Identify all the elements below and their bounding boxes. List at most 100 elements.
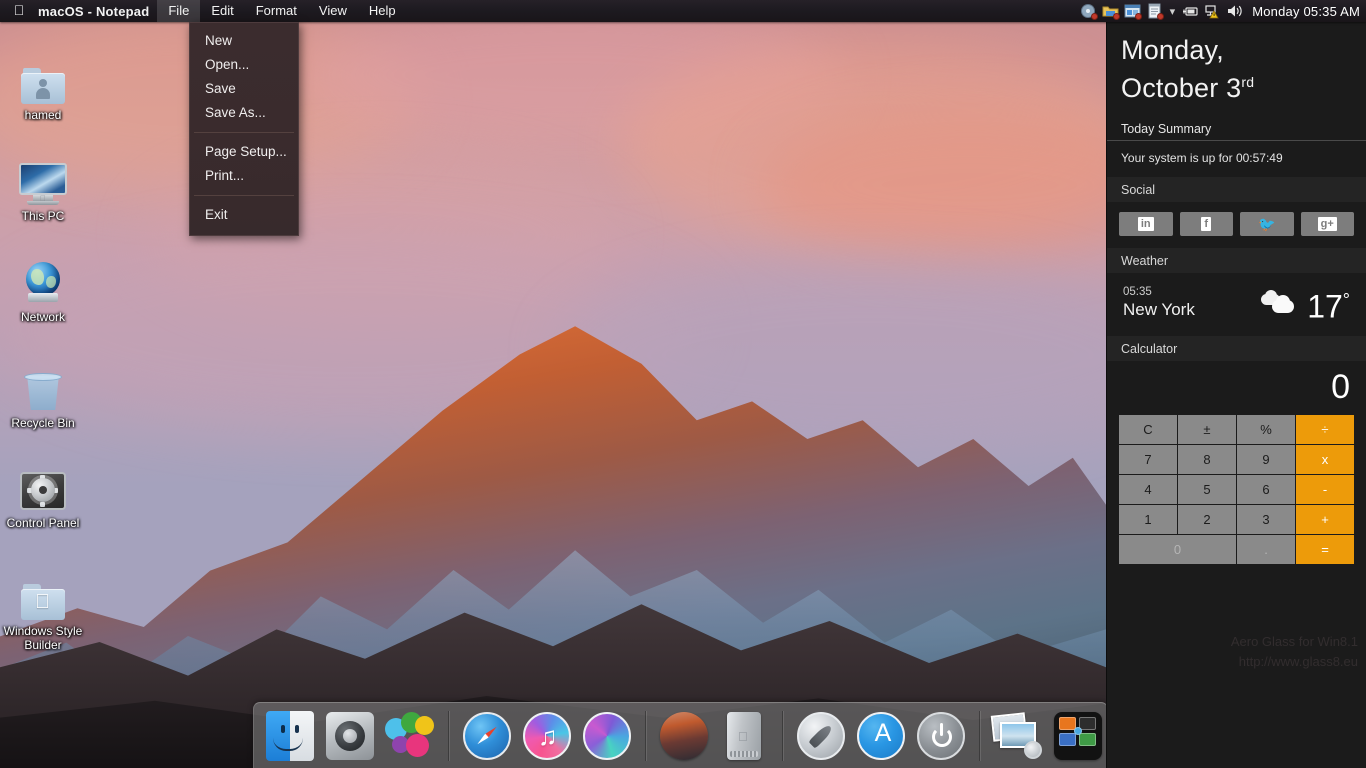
file-menu-separator-2 xyxy=(194,195,294,196)
sidebar-date-heading: Monday, October 3rd xyxy=(1107,22,1366,108)
today-summary-heading: Today Summary xyxy=(1107,116,1366,141)
desktop-icon-network[interactable]: Network xyxy=(0,256,86,324)
menu-format[interactable]: Format xyxy=(245,0,308,22)
file-menu-save-as[interactable]: Save As... xyxy=(190,101,298,125)
finder-icon[interactable] xyxy=(264,710,316,762)
calc-key-plus[interactable]: + xyxy=(1296,505,1354,534)
itunes-icon[interactable]: ♫ xyxy=(521,710,573,762)
calc-key-7[interactable]: 7 xyxy=(1119,445,1177,474)
sierra-wallpaper-icon[interactable] xyxy=(658,710,710,762)
date-month-day: October 3 xyxy=(1121,73,1241,103)
desktop-icon-windows-style-builder[interactable]:  Windows Style Builder xyxy=(0,570,86,652)
desktop-icon-label: Recycle Bin xyxy=(0,416,86,430)
preview-photos-icon[interactable] xyxy=(992,710,1044,762)
apple-logo-icon[interactable]:  xyxy=(0,3,38,19)
dock-separator-4 xyxy=(979,711,980,761)
social-buttons-row: in f 🐦 g+ xyxy=(1107,202,1366,248)
desktop-sidebar-widget: Monday, October 3rd Today Summary Your s… xyxy=(1106,22,1366,768)
desktop-screen: hamed  This PC Network Recycle Bin xyxy=(0,0,1366,768)
calc-key-multiply[interactable]: x xyxy=(1296,445,1354,474)
dock-separator-2 xyxy=(645,711,646,761)
desktop-icon-label: Windows Style Builder xyxy=(0,624,86,652)
weather-temp-value: 17 xyxy=(1307,289,1343,325)
photos-icon[interactable] xyxy=(581,710,633,762)
folder-icon[interactable] xyxy=(1102,3,1119,19)
desktop-icon-label: Network xyxy=(0,310,86,324)
dock-separator-3 xyxy=(782,711,783,761)
power-button-icon[interactable] xyxy=(915,710,967,762)
calc-key-decimal[interactable]: . xyxy=(1237,535,1295,564)
calc-key-divide[interactable]: ÷ xyxy=(1296,415,1354,444)
app-store-icon[interactable]: A xyxy=(855,710,907,762)
desktop-icon-label: hamed xyxy=(0,108,86,122)
facebook-icon: f xyxy=(1201,217,1211,231)
volume-speaker-icon[interactable] xyxy=(1226,3,1243,19)
twitter-button[interactable]: 🐦 xyxy=(1240,212,1294,236)
weather-panel: 05:35 New York 17° xyxy=(1107,273,1366,336)
watermark-line-1: Aero Glass for Win8.1 xyxy=(1108,632,1358,652)
facebook-button[interactable]: f xyxy=(1180,212,1234,236)
mission-control-icon[interactable] xyxy=(1052,710,1104,762)
menu-view[interactable]: View xyxy=(308,0,358,22)
uptime-text: Your system is up for 00:57:49 xyxy=(1107,141,1366,177)
calc-key-9[interactable]: 9 xyxy=(1237,445,1295,474)
calc-key-5[interactable]: 5 xyxy=(1178,475,1236,504)
watermark-line-2: http://www.glass8.eu xyxy=(1108,652,1358,672)
file-menu-new[interactable]: New xyxy=(190,29,298,53)
file-menu-page-setup[interactable]: Page Setup... xyxy=(190,140,298,164)
file-menu-separator-1 xyxy=(194,132,294,133)
browser-window-icon[interactable] xyxy=(1124,3,1141,19)
calc-key-1[interactable]: 1 xyxy=(1119,505,1177,534)
menu-help[interactable]: Help xyxy=(358,0,407,22)
file-menu-save[interactable]: Save xyxy=(190,77,298,101)
file-menu-exit[interactable]: Exit xyxy=(190,203,298,227)
menu-file[interactable]: File xyxy=(157,0,200,22)
menu-edit[interactable]: Edit xyxy=(200,0,244,22)
window-title: macOS - Notepad xyxy=(38,4,157,19)
cloudy-icon xyxy=(1261,290,1295,316)
calc-key-sign[interactable]: ± xyxy=(1178,415,1236,444)
linkedin-button[interactable]: in xyxy=(1119,212,1173,236)
system-tray: ▾ Monday 05:35 AM xyxy=(1080,3,1366,19)
launchpad-icon[interactable] xyxy=(795,710,847,762)
calc-key-0[interactable]: 0 xyxy=(1119,535,1236,564)
linkedin-icon: in xyxy=(1138,217,1154,231)
date-ordinal-suffix: rd xyxy=(1241,74,1254,90)
calc-key-4[interactable]: 4 xyxy=(1119,475,1177,504)
desktop-icon-label: This PC xyxy=(0,209,86,223)
recycle-bin-icon xyxy=(0,362,86,412)
calc-key-clear[interactable]: C xyxy=(1119,415,1177,444)
control-panel-gear-icon xyxy=(0,462,86,512)
disc-drive-icon[interactable] xyxy=(1080,3,1097,19)
calc-key-6[interactable]: 6 xyxy=(1237,475,1295,504)
degree-symbol: ° xyxy=(1343,290,1350,310)
network-globe-icon xyxy=(0,256,86,306)
file-menu-print[interactable]: Print... xyxy=(190,164,298,188)
mac-pro-icon[interactable]:  xyxy=(718,710,770,762)
calc-key-8[interactable]: 8 xyxy=(1178,445,1236,474)
bubbles-icon[interactable] xyxy=(384,710,436,762)
show-hidden-icons-chevron[interactable]: ▾ xyxy=(1168,5,1178,18)
notepad-icon[interactable] xyxy=(1146,3,1163,19)
calculator-display: 0 xyxy=(1107,361,1366,415)
calc-key-3[interactable]: 3 xyxy=(1237,505,1295,534)
calc-key-minus[interactable]: - xyxy=(1296,475,1354,504)
battery-plug-icon[interactable] xyxy=(1182,3,1199,19)
calculator-keypad: C ± % ÷ 7 8 9 x 4 5 6 - 1 2 3 + 0 . = xyxy=(1107,415,1366,564)
network-warning-icon[interactable] xyxy=(1204,3,1221,19)
calc-key-2[interactable]: 2 xyxy=(1178,505,1236,534)
file-menu-open[interactable]: Open... xyxy=(190,53,298,77)
safari-icon[interactable] xyxy=(461,710,513,762)
calc-key-equals[interactable]: = xyxy=(1296,535,1354,564)
desktop-icon-control-panel[interactable]: Control Panel xyxy=(0,462,86,530)
calculator-section-heading: Calculator xyxy=(1107,336,1366,361)
system-clock[interactable]: Monday 05:35 AM xyxy=(1248,4,1360,19)
calc-key-percent[interactable]: % xyxy=(1237,415,1295,444)
desktop-icon-recycle-bin[interactable]: Recycle Bin xyxy=(0,362,86,430)
system-preferences-icon[interactable] xyxy=(324,710,376,762)
desktop-icon-hamed[interactable]: hamed xyxy=(0,54,86,122)
googleplus-button[interactable]: g+ xyxy=(1301,212,1355,236)
weather-location-block: 05:35 New York xyxy=(1123,285,1261,321)
desktop-wallpaper xyxy=(0,0,1106,768)
desktop-icon-this-pc[interactable]:  This PC xyxy=(0,155,86,223)
